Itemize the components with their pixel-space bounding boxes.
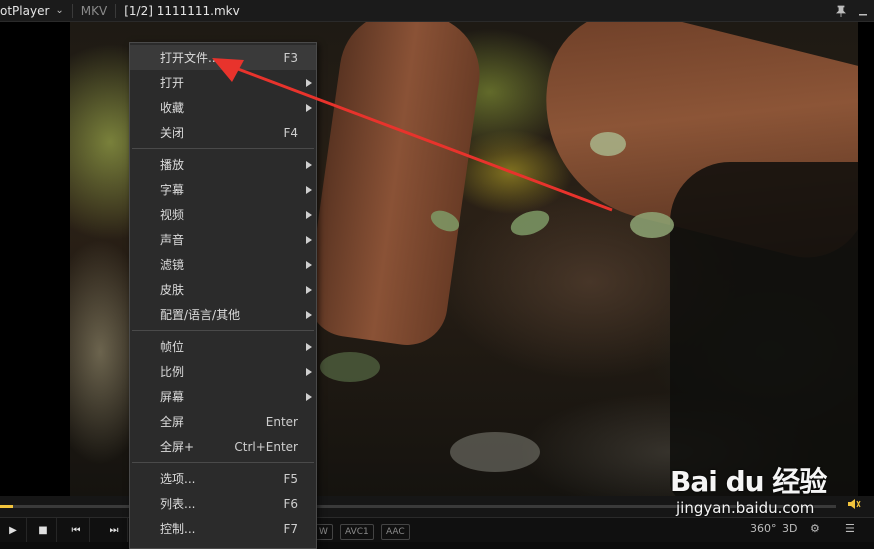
- file-title: [1/2] 1111111.mkv: [124, 3, 240, 18]
- app-name: otPlayer: [0, 3, 50, 18]
- submenu-arrow-icon: [306, 342, 312, 351]
- video-content: [507, 205, 553, 241]
- menu-item-label: 帧位: [160, 340, 185, 354]
- menu-item-label: 收藏: [160, 101, 185, 115]
- menu-item-label: 列表...: [160, 497, 196, 511]
- menu-item-shortcut: F7: [283, 521, 298, 536]
- video-content: [302, 22, 488, 351]
- seek-progress: [0, 505, 13, 508]
- format-label: MKV: [80, 3, 108, 18]
- chevron-down-icon: ⌄: [55, 5, 64, 16]
- watermark-logo: Bai du 经验: [670, 465, 827, 498]
- menu-item[interactable]: 皮肤: [130, 277, 316, 302]
- context-menu: 打开文件... F3 打开收藏关闭 F4 播放字幕视频声音滤镜皮肤配置/语言/其他 帧位比…: [129, 42, 317, 549]
- menu-item[interactable]: 配置/语言/其他: [130, 302, 316, 327]
- menu-item[interactable]: 比例: [130, 359, 316, 384]
- menu-item[interactable]: 全屏+ Ctrl+Enter: [130, 434, 316, 459]
- pin-icon[interactable]: [830, 0, 852, 21]
- menu-item-label: 播放: [160, 158, 185, 172]
- letterbox-right: [858, 22, 874, 496]
- codec-badge: AAC: [381, 524, 410, 540]
- submenu-arrow-icon: [306, 210, 312, 219]
- submenu-arrow-icon: [306, 260, 312, 269]
- codec-badge: AVC1: [340, 524, 374, 540]
- menu-item-shortcut: Enter: [265, 414, 298, 429]
- menu-item-label: 比例: [160, 365, 185, 379]
- menu-item[interactable]: 收藏: [130, 95, 316, 120]
- next-icon[interactable]: ⏭: [101, 518, 128, 542]
- menu-item-shortcut: F3: [283, 50, 298, 65]
- letterbox-left: [0, 22, 70, 496]
- menu-item-label: 全屏+: [160, 440, 195, 454]
- submenu-arrow-icon: [306, 103, 312, 112]
- menu-item-label: 配置/语言/其他: [160, 308, 241, 322]
- menu-item[interactable]: 屏幕: [130, 384, 316, 409]
- menu-item-label: 打开文件...: [160, 51, 220, 65]
- video-content: [590, 132, 626, 156]
- menu-item-label: 视频: [160, 208, 185, 222]
- menu-item-shortcut: Ctrl+Enter: [234, 439, 298, 454]
- previous-icon[interactable]: ⏮: [63, 518, 90, 542]
- menu-item[interactable]: 滤镜: [130, 252, 316, 277]
- menu-item[interactable]: 全屏 Enter: [130, 409, 316, 434]
- play-icon[interactable]: ▶: [0, 518, 27, 542]
- menu-item-label: 字幕: [160, 183, 185, 197]
- menu-item-label: 滤镜: [160, 258, 185, 272]
- menu-item-shortcut: F6: [283, 496, 298, 511]
- menu-item[interactable]: 打开文件... F3: [130, 45, 316, 70]
- minimize-icon[interactable]: [852, 0, 874, 21]
- menu-item-label: 控制...: [160, 522, 196, 536]
- menu-separator: [132, 148, 314, 149]
- menu-item[interactable]: 帧位: [130, 334, 316, 359]
- menu-item[interactable]: 控制... F7: [130, 516, 316, 541]
- menu-item[interactable]: 声音: [130, 227, 316, 252]
- menu-item-label: 皮肤: [160, 283, 185, 297]
- submenu-arrow-icon: [306, 185, 312, 194]
- menu-item[interactable]: 选项... F5: [130, 466, 316, 491]
- menu-item-label: 屏幕: [160, 390, 185, 404]
- menu-item-label: 全屏: [160, 415, 185, 429]
- submenu-arrow-icon: [306, 367, 312, 376]
- menu-item-label: 选项...: [160, 472, 196, 486]
- menu-item-shortcut: F4: [283, 125, 298, 140]
- menu-item[interactable]: 字幕: [130, 177, 316, 202]
- submenu-arrow-icon: [306, 78, 312, 87]
- menu-item-label: 关闭: [160, 126, 185, 140]
- menu-separator: [132, 462, 314, 463]
- menu-item[interactable]: 关闭 F4: [130, 120, 316, 145]
- menu-item[interactable]: 视频: [130, 202, 316, 227]
- menu-item-label: 打开: [160, 76, 185, 90]
- submenu-arrow-icon: [306, 310, 312, 319]
- submenu-arrow-icon: [306, 160, 312, 169]
- menu-separator: [132, 330, 314, 331]
- menu-item[interactable]: 打开: [130, 70, 316, 95]
- menu-item[interactable]: 播放: [130, 152, 316, 177]
- video-content: [670, 162, 858, 496]
- submenu-arrow-icon: [306, 285, 312, 294]
- app-menu-button[interactable]: otPlayer ⌄: [0, 4, 64, 18]
- video-content: [630, 212, 674, 238]
- menu-item[interactable]: 列表... F6: [130, 491, 316, 516]
- menu-item-label: 声音: [160, 233, 185, 247]
- title-bar: otPlayer ⌄ MKV [1/2] 1111111.mkv: [0, 0, 874, 22]
- watermark: Bai du 经验 jingyan.baidu.com: [670, 460, 870, 540]
- divider: [71, 3, 73, 18]
- divider: [115, 3, 117, 18]
- submenu-arrow-icon: [306, 392, 312, 401]
- video-content: [320, 352, 380, 382]
- submenu-arrow-icon: [306, 235, 312, 244]
- watermark-url: jingyan.baidu.com: [676, 499, 815, 517]
- stop-icon[interactable]: ■: [30, 518, 57, 542]
- menu-item-shortcut: F5: [283, 471, 298, 486]
- video-content: [450, 432, 540, 472]
